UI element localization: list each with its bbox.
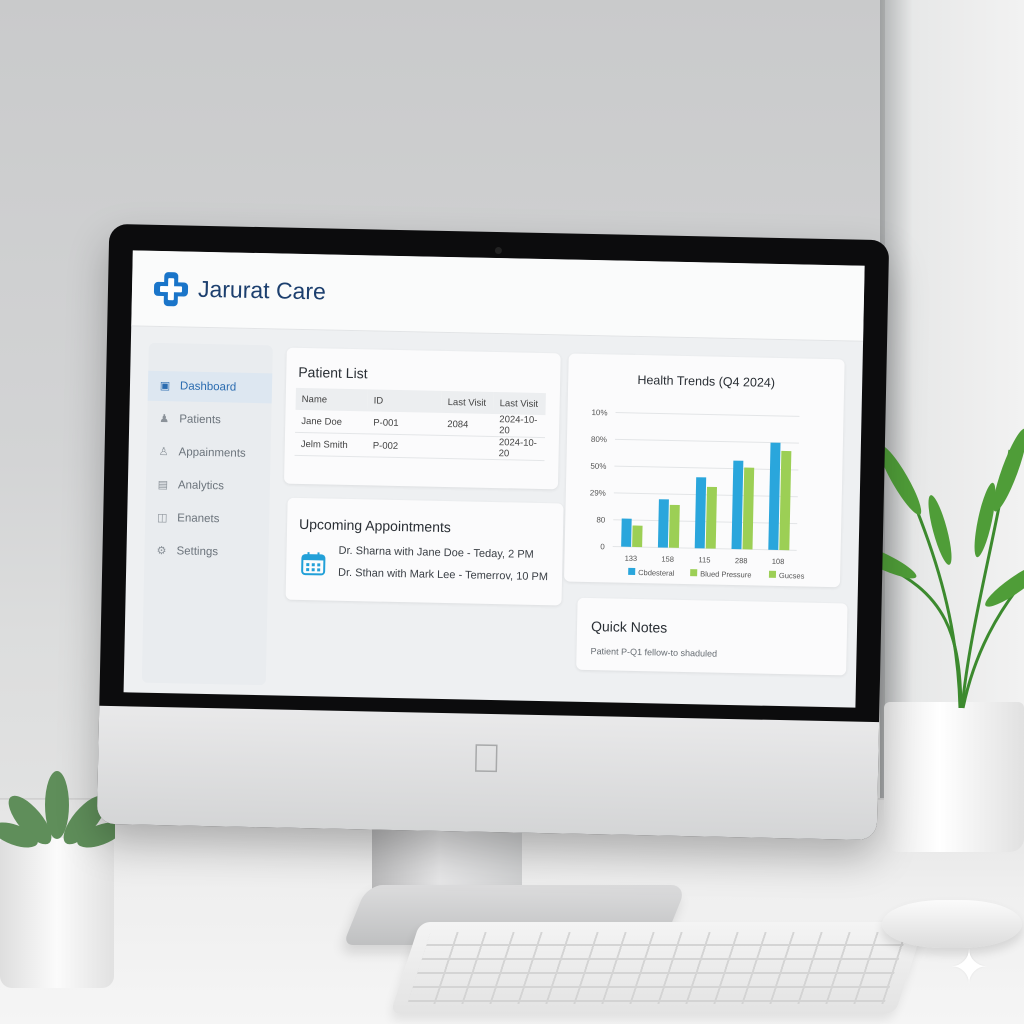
settings-icon: ⚙ — [156, 544, 167, 558]
y-tick-label: 80 — [596, 515, 606, 524]
health-trends-card: Health Trends (Q4 2024) 0 80 29% 50% 80% 10% 1… — [563, 353, 845, 588]
legend-label: Cbdesteral — [638, 568, 675, 578]
bar — [668, 504, 680, 548]
database-icon: ◫ — [156, 511, 168, 525]
legend-label: Blued Pressure — [700, 569, 751, 579]
patient-list-title: Patient List — [298, 363, 368, 382]
y-tick-label: 29% — [590, 488, 606, 497]
appointments-icon: ♙ — [158, 445, 169, 459]
sidebar-item-label: Enanets — [177, 512, 220, 526]
sidebar-item-appointments[interactable]: ♙ Appainments — [146, 437, 271, 470]
keyboard — [390, 922, 925, 1014]
x-tick-label: 288 — [735, 556, 748, 565]
appointments-card: Upcoming Appointments Dr. Sharna with Ja… — [285, 497, 564, 606]
health-trends-chart: 0 80 29% 50% 80% 10% 133 158 115 288 108 Cbdesteral… — [590, 408, 805, 581]
table-cell — [440, 435, 494, 460]
column-header: Name — [295, 387, 368, 412]
apple-logo-icon:  — [466, 735, 507, 782]
x-tick-label: 158 — [661, 555, 674, 564]
legend-swatch — [690, 569, 698, 577]
y-tick-label: 50% — [590, 462, 606, 471]
quick-notes-card: Quick Notes Patient P-Q1 fellow-to shadu… — [576, 597, 848, 676]
x-tick-label: 133 — [625, 554, 638, 563]
table-row[interactable]: Jelm Smith P-002 2024-10-20 — [294, 432, 545, 461]
app-title: Jarurat Care — [197, 275, 327, 305]
bar — [632, 525, 643, 548]
y-tick-label: 80% — [591, 435, 607, 444]
webcam — [494, 246, 502, 255]
screen: Jarurat Care ▣ Dashboard ♟ Patients ♙ Ap… — [123, 250, 865, 708]
sidebar-item-label: Patients — [179, 413, 221, 427]
plant-pot-left — [0, 838, 114, 988]
sidebar-item-label: Settings — [176, 545, 219, 559]
gridline — [615, 412, 800, 417]
bar — [705, 486, 717, 549]
sidebar-item-label: Dashboard — [179, 380, 237, 394]
column-header: Last Visit — [441, 390, 494, 414]
sparkle-icon: ✦ — [949, 941, 989, 993]
plant-pot-right — [884, 702, 1024, 852]
table-cell: 2024-10-20 — [492, 436, 545, 461]
appointment-item[interactable]: Dr. Sthan with Mark Lee - Temerrov, 10 P… — [338, 567, 548, 583]
bar — [742, 467, 755, 550]
appointment-item[interactable]: Dr. Sharna with Jane Doe - Teday, 2 PM — [338, 545, 533, 561]
patient-table: Name ID Last Visit Last Visit Jane Doe P… — [294, 387, 546, 461]
monitor-chin:  — [96, 705, 880, 841]
bar — [621, 518, 632, 547]
appointments-title: Upcoming Appointments — [298, 515, 452, 536]
analytics-icon: ▤ — [157, 478, 169, 492]
sidebar-item-label: Appainments — [178, 446, 246, 460]
quick-notes-title: Quick Notes — [590, 618, 668, 636]
x-tick-label: 115 — [698, 555, 710, 564]
bar — [731, 460, 744, 550]
sidebar-item-label: Analytics — [177, 479, 225, 493]
app-header: Jarurat Care — [131, 250, 865, 342]
table-cell: P-002 — [366, 433, 442, 459]
y-tick-label: 10% — [591, 408, 607, 417]
table-cell: 2084 — [441, 412, 494, 437]
calendar-icon — [301, 552, 326, 576]
patient-list-card: Patient List Name ID Last Visit Last Vis… — [283, 347, 561, 490]
table-cell: Jane Doe — [295, 409, 368, 434]
sidebar-item-patients[interactable]: ♟ Patients — [147, 404, 272, 437]
y-tick-label: 0 — [600, 542, 605, 551]
bar — [779, 450, 792, 551]
dashboard-icon: ▣ — [159, 379, 171, 393]
bar — [657, 499, 669, 548]
monitor: Jarurat Care ▣ Dashboard ♟ Patients ♙ Ap… — [96, 223, 890, 841]
column-header: Last Visit — [493, 391, 546, 416]
bar — [694, 477, 707, 549]
sidebar-item-analytics[interactable]: ▤ Analytics — [146, 470, 271, 503]
legend-label: Gucses — [779, 571, 805, 581]
sidebar: ▣ Dashboard ♟ Patients ♙ Appainments ▤ A… — [141, 342, 273, 686]
quick-note-text: Patient P-Q1 fellow-to shaduled — [590, 646, 718, 659]
sidebar-item-dashboard[interactable]: ▣ Dashboard — [147, 370, 273, 404]
table-cell: 2024-10-20 — [493, 413, 546, 438]
medical-cross-logo-icon — [153, 271, 189, 306]
table-cell: Jelm Smith — [294, 432, 368, 457]
bar — [768, 442, 781, 550]
sidebar-item-enanets[interactable]: ◫ Enanets — [145, 503, 270, 536]
legend-swatch — [768, 570, 777, 578]
table-cell: P-001 — [367, 411, 442, 436]
legend-swatch — [628, 567, 636, 575]
sidebar-item-settings[interactable]: ⚙ Settings — [144, 536, 269, 569]
column-header: ID — [367, 389, 442, 413]
patients-icon: ♟ — [159, 412, 170, 426]
x-tick-label: 108 — [772, 557, 785, 566]
